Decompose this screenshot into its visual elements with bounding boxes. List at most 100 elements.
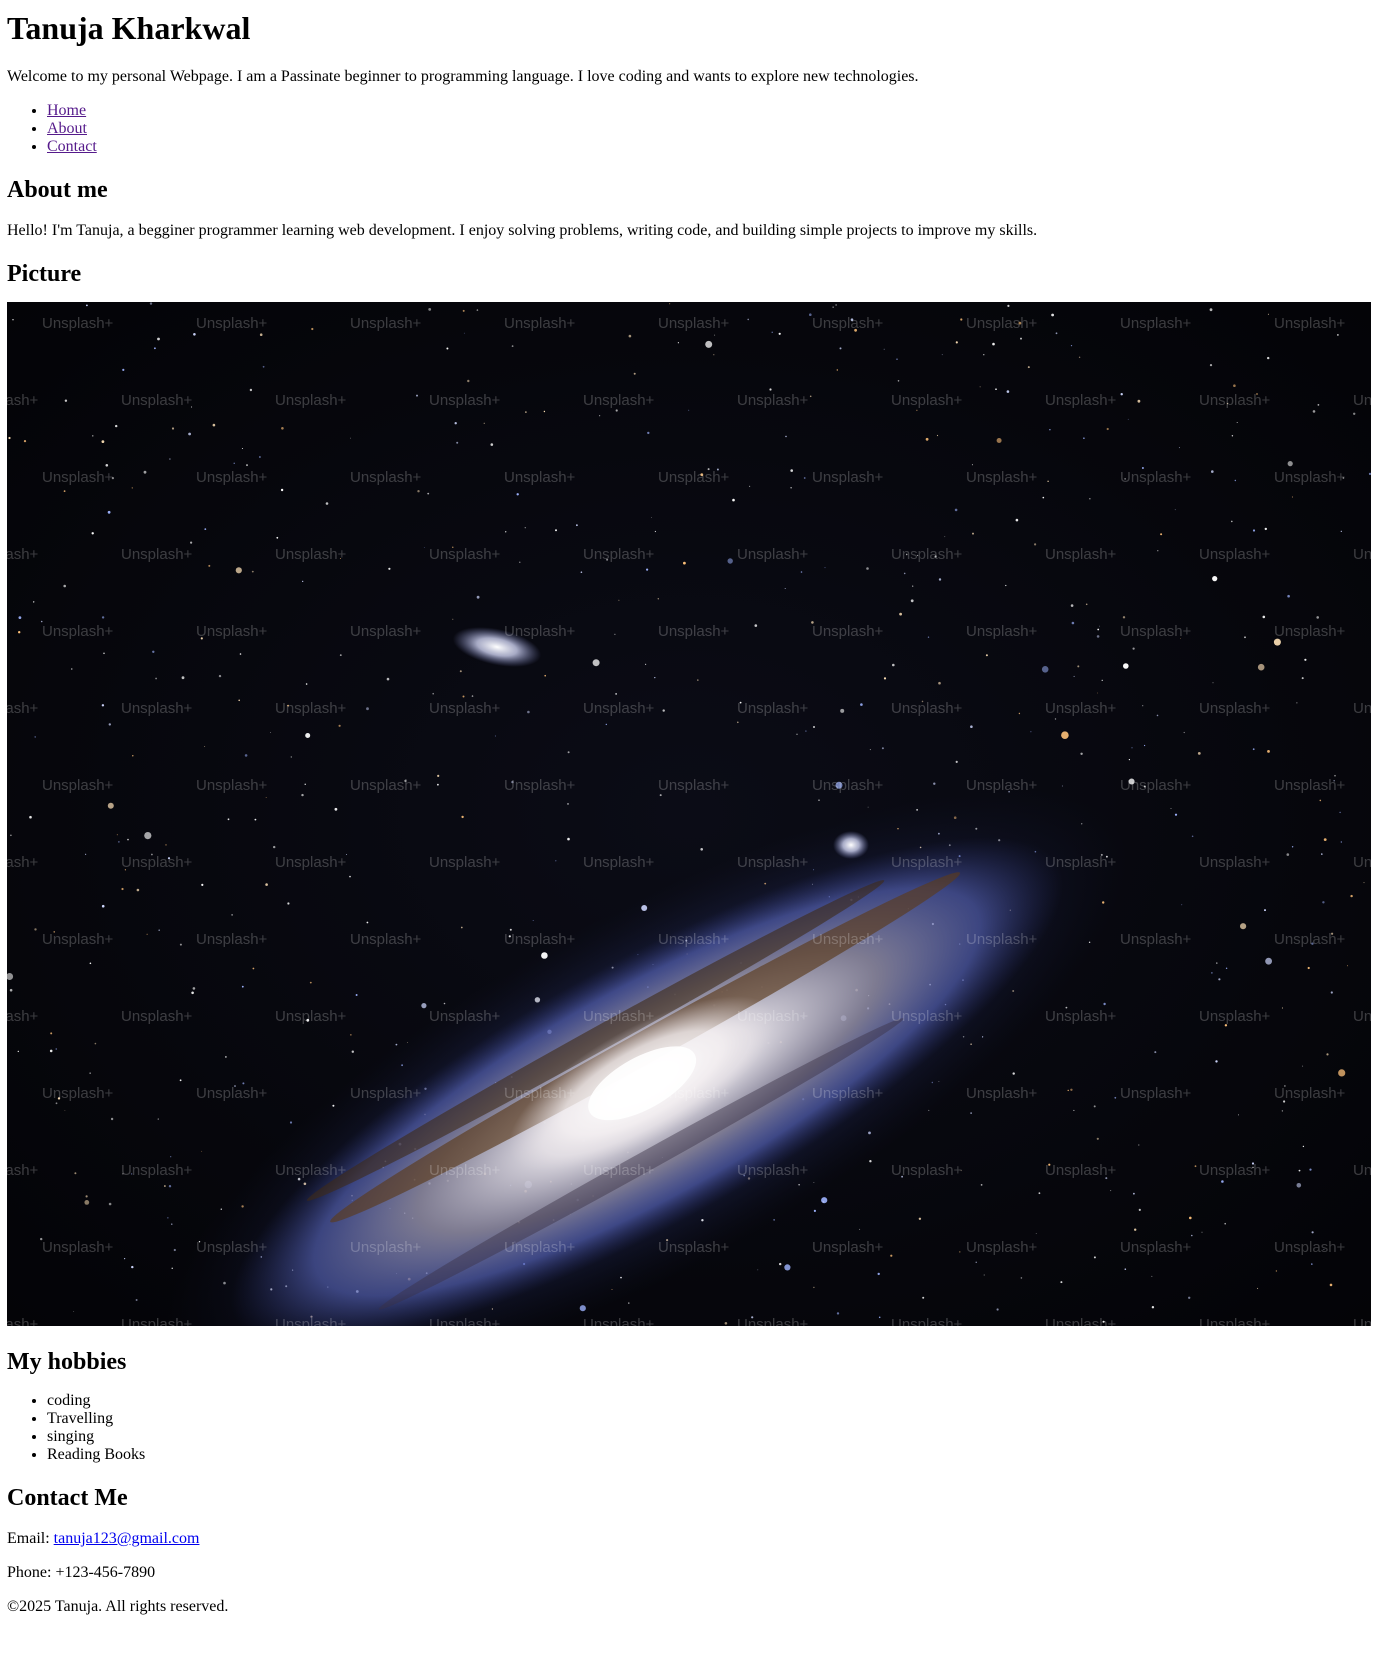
nav-link-contact[interactable]: Contact bbox=[47, 138, 97, 155]
star bbox=[818, 799, 820, 801]
hobby-item: coding bbox=[47, 1392, 1371, 1410]
star bbox=[1240, 923, 1247, 930]
watermark-text: Unsplash+ bbox=[7, 1008, 39, 1025]
star bbox=[979, 386, 981, 388]
watermark-text: Unsplash+ bbox=[1045, 854, 1117, 871]
star bbox=[1317, 404, 1320, 406]
star bbox=[927, 636, 930, 638]
watermark-text: Unsplash+ bbox=[966, 623, 1038, 640]
star bbox=[118, 841, 120, 843]
star bbox=[567, 837, 570, 841]
watermark-text: Unsplash+ bbox=[737, 392, 809, 409]
star bbox=[188, 432, 192, 436]
watermark-text: Unsplash+ bbox=[196, 1239, 268, 1256]
watermark-text: Unsplash+ bbox=[1199, 1008, 1271, 1025]
star bbox=[1350, 894, 1353, 898]
star bbox=[647, 431, 650, 435]
watermark-text: Unsplash+ bbox=[966, 469, 1038, 486]
star bbox=[1034, 543, 1037, 546]
star bbox=[525, 411, 527, 413]
star bbox=[1099, 625, 1100, 627]
star bbox=[657, 598, 659, 600]
star bbox=[892, 663, 895, 667]
star bbox=[1347, 965, 1348, 967]
star bbox=[524, 527, 526, 529]
star bbox=[471, 695, 474, 697]
star bbox=[265, 883, 268, 886]
watermark-text: Unsplash+ bbox=[1274, 469, 1346, 486]
watermark-text: Unsplash+ bbox=[658, 1239, 730, 1256]
star bbox=[1132, 647, 1135, 650]
star bbox=[1321, 853, 1323, 855]
watermark-text: Unsplash+ bbox=[812, 623, 884, 640]
watermark-text: Unsplash+ bbox=[812, 1239, 884, 1256]
star bbox=[1323, 838, 1327, 841]
star bbox=[835, 304, 837, 306]
star bbox=[1020, 337, 1022, 340]
hobby-item: Travelling bbox=[47, 1410, 1371, 1428]
star bbox=[302, 580, 304, 582]
star bbox=[1101, 679, 1103, 681]
star bbox=[136, 888, 140, 892]
star bbox=[903, 572, 906, 575]
watermark-text: Unsplash+ bbox=[658, 315, 730, 332]
star bbox=[1055, 332, 1058, 335]
star bbox=[49, 1049, 53, 1053]
star bbox=[1329, 1283, 1333, 1287]
star bbox=[1298, 1169, 1301, 1172]
star bbox=[1128, 759, 1130, 761]
star bbox=[289, 1121, 293, 1124]
watermark-text: Unsplash+ bbox=[658, 931, 730, 948]
star bbox=[628, 334, 632, 338]
star bbox=[1267, 750, 1270, 753]
star bbox=[181, 676, 185, 680]
watermark-text: Unsplash+ bbox=[1274, 931, 1346, 948]
email-link[interactable]: tanuja123@gmail.com bbox=[54, 1530, 200, 1547]
watermark-text: Unsplash+ bbox=[121, 700, 193, 717]
star bbox=[567, 803, 569, 805]
page: Tanuja Kharkwal Welcome to my personal W… bbox=[0, 10, 1378, 1616]
star bbox=[1144, 744, 1146, 747]
star bbox=[1216, 962, 1218, 964]
star bbox=[244, 754, 248, 757]
star bbox=[144, 832, 152, 840]
watermark-text: Unsplash+ bbox=[737, 1162, 809, 1179]
star bbox=[494, 735, 496, 737]
star bbox=[1061, 785, 1063, 787]
star bbox=[281, 427, 284, 430]
star bbox=[1020, 1277, 1023, 1279]
star bbox=[860, 703, 863, 706]
watermark-text: Unsplash+ bbox=[350, 469, 422, 486]
hobbies-list: coding Travelling singing Reading Books bbox=[7, 1392, 1371, 1464]
star bbox=[251, 570, 254, 573]
star bbox=[567, 751, 570, 754]
nav-link-about[interactable]: About bbox=[47, 120, 87, 137]
star bbox=[351, 1050, 354, 1053]
star bbox=[1134, 1228, 1137, 1231]
star bbox=[1189, 1216, 1192, 1220]
watermark-text: Unsplash+ bbox=[42, 931, 114, 948]
star bbox=[836, 1312, 840, 1315]
watermark-text: Unsplash+ bbox=[1353, 1316, 1371, 1326]
star bbox=[157, 1118, 159, 1120]
star bbox=[305, 733, 311, 738]
star bbox=[1191, 1234, 1193, 1237]
star bbox=[63, 490, 66, 492]
star bbox=[121, 887, 124, 891]
watermark-text: Unsplash+ bbox=[504, 469, 576, 486]
star bbox=[490, 443, 494, 446]
star bbox=[254, 818, 257, 821]
email-line: Email: tanuja123@gmail.com bbox=[7, 1530, 1371, 1548]
star bbox=[34, 928, 37, 931]
star bbox=[1051, 313, 1054, 317]
watermark-text: Unsplash+ bbox=[737, 854, 809, 871]
star bbox=[995, 388, 997, 390]
star bbox=[1156, 714, 1159, 717]
nav-link-home[interactable]: Home bbox=[47, 102, 86, 119]
star bbox=[779, 1262, 782, 1266]
star bbox=[1083, 437, 1085, 439]
star bbox=[105, 464, 109, 467]
star bbox=[1049, 429, 1051, 431]
watermark-text: Unsplash+ bbox=[966, 777, 1038, 794]
star bbox=[1363, 882, 1365, 884]
